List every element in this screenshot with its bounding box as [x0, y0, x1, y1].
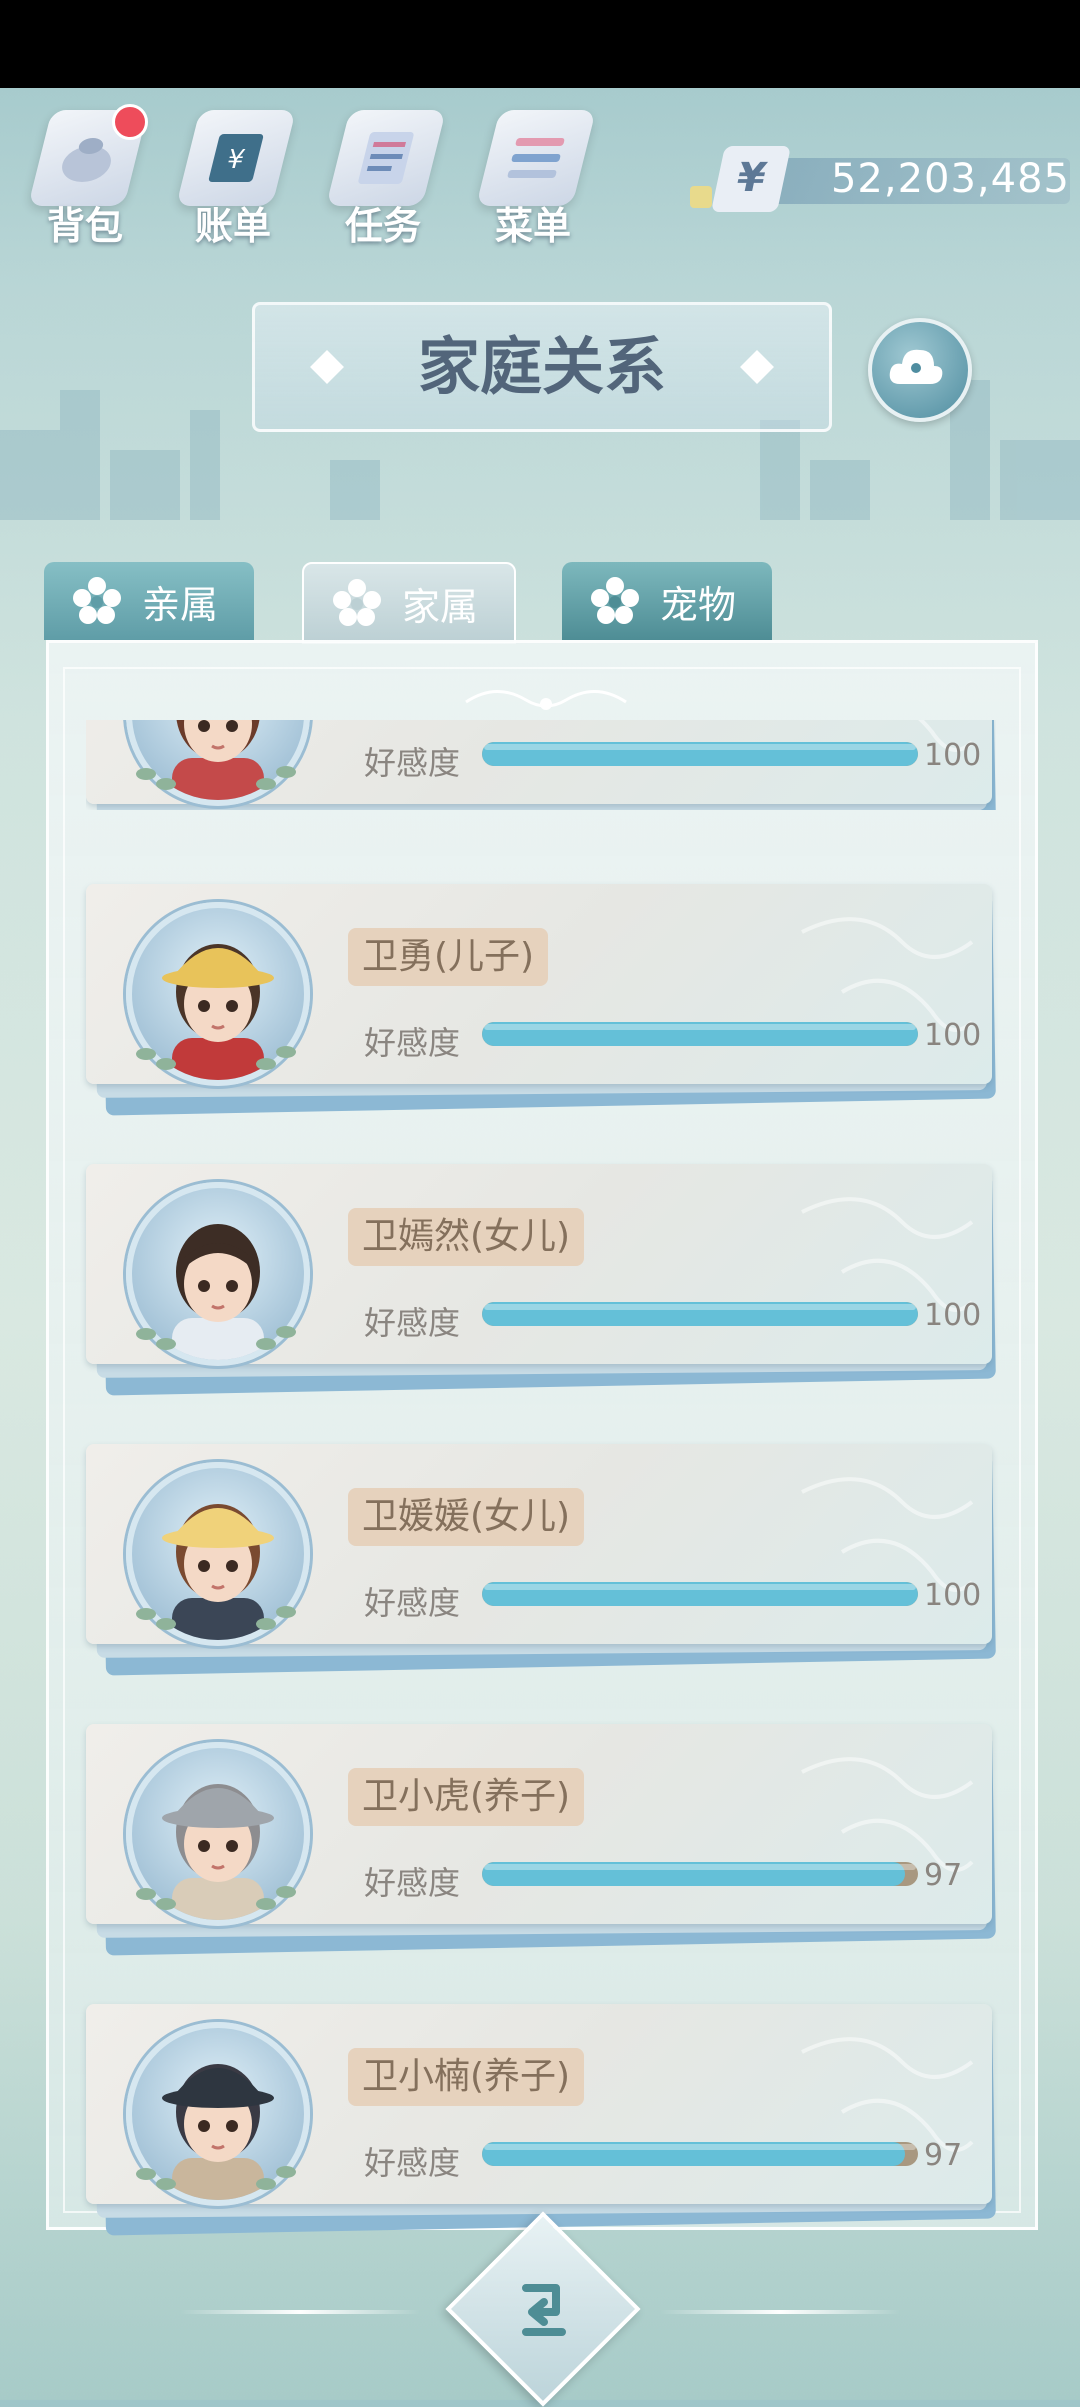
affinity-label: 好感度 — [364, 1864, 461, 1902]
affinity-value: 100 — [924, 1578, 982, 1613]
money-display: ¥ 52,203,485 — [690, 146, 1070, 212]
member-card[interactable]: 卫嫣然(女儿) 好感度 100 — [86, 1160, 996, 1396]
family-list-panel — [46, 640, 1038, 2230]
member-name: 卫小虎(养子) — [348, 1768, 585, 1826]
task-icon — [326, 110, 446, 206]
tab-relatives-label: 亲属 — [142, 583, 219, 627]
member-card[interactable]: 卫小楠(养子) 好感度 97 — [86, 2000, 996, 2236]
affinity-bar — [482, 742, 918, 766]
affinity-label: 好感度 — [364, 1024, 461, 1062]
member-name: 卫小楠(养子) — [348, 2048, 585, 2106]
bill-icon: ¥ — [176, 110, 296, 206]
affinity-bar — [482, 1862, 918, 1886]
leaf-decoration — [136, 1046, 296, 1070]
affinity-bar — [482, 1302, 918, 1326]
leaf-decoration — [136, 1326, 296, 1350]
status-bar — [0, 0, 1080, 88]
member-name: 卫媛媛(女儿) — [348, 1488, 585, 1546]
tab-relatives[interactable]: 亲属 — [44, 562, 254, 640]
affinity-label: 好感度 — [364, 1304, 461, 1342]
affinity-bar — [482, 1582, 918, 1606]
bag-label: 背包 — [46, 204, 123, 248]
bill-button[interactable]: ¥ 账单 — [168, 100, 298, 250]
tab-family[interactable]: 家属 — [302, 562, 516, 644]
page-title-box: 家庭关系 — [252, 302, 832, 432]
flower-icon — [73, 577, 121, 624]
leaf-decoration — [136, 1606, 296, 1630]
affinity-bar — [482, 1022, 918, 1046]
member-card[interactable]: 卫媛媛(女儿) 好感度 100 — [86, 1440, 996, 1676]
back-arrow-icon — [522, 2284, 566, 2336]
task-button[interactable]: 任务 — [318, 100, 448, 250]
bottom-divider-left — [180, 2310, 420, 2314]
coin-icon — [690, 186, 712, 208]
affinity-value: 100 — [924, 738, 982, 773]
affinity-value: 100 — [924, 1018, 982, 1053]
affinity-label: 好感度 — [364, 1584, 461, 1622]
bag-button[interactable]: 背包 — [20, 100, 150, 250]
affinity-label: 好感度 — [364, 744, 461, 782]
leaf-decoration — [136, 1886, 296, 1910]
flower-icon — [591, 577, 639, 624]
leaf-decoration — [136, 766, 296, 790]
menu-icon — [476, 110, 596, 206]
affinity-value: 97 — [924, 2138, 963, 2173]
tab-family-label: 家属 — [402, 585, 479, 629]
cloud-icon — [889, 349, 943, 384]
member-name: 卫勇(儿子) — [348, 928, 549, 986]
member-card[interactable]: 卫小虎(养子) 好感度 97 — [86, 1720, 996, 1956]
affinity-label: 好感度 — [364, 2144, 461, 2182]
affinity-value: 97 — [924, 1858, 963, 1893]
money-value: 52,203,485 — [830, 156, 1070, 202]
yen-icon: ¥ — [710, 146, 792, 212]
ornament-divider — [465, 690, 627, 710]
bottom-divider-right — [660, 2310, 900, 2314]
cloud-share-button[interactable] — [868, 318, 972, 422]
member-card[interactable]: 卫勇(儿子) 好感度 100 — [86, 880, 996, 1116]
bill-label: 账单 — [194, 204, 271, 248]
tab-pets-label: 宠物 — [660, 583, 737, 627]
affinity-bar — [482, 2142, 918, 2166]
page-title: 家庭关系 — [417, 330, 666, 403]
member-name: 卫嫣然(女儿) — [348, 1208, 585, 1266]
affinity-value: 100 — [924, 1298, 982, 1333]
flower-icon — [333, 579, 381, 626]
menu-label: 菜单 — [494, 204, 571, 248]
menu-button[interactable]: 菜单 — [468, 100, 598, 250]
tab-pets[interactable]: 宠物 — [562, 562, 772, 640]
leaf-decoration — [136, 2166, 296, 2190]
task-label: 任务 — [344, 204, 421, 248]
notification-badge — [112, 104, 148, 140]
